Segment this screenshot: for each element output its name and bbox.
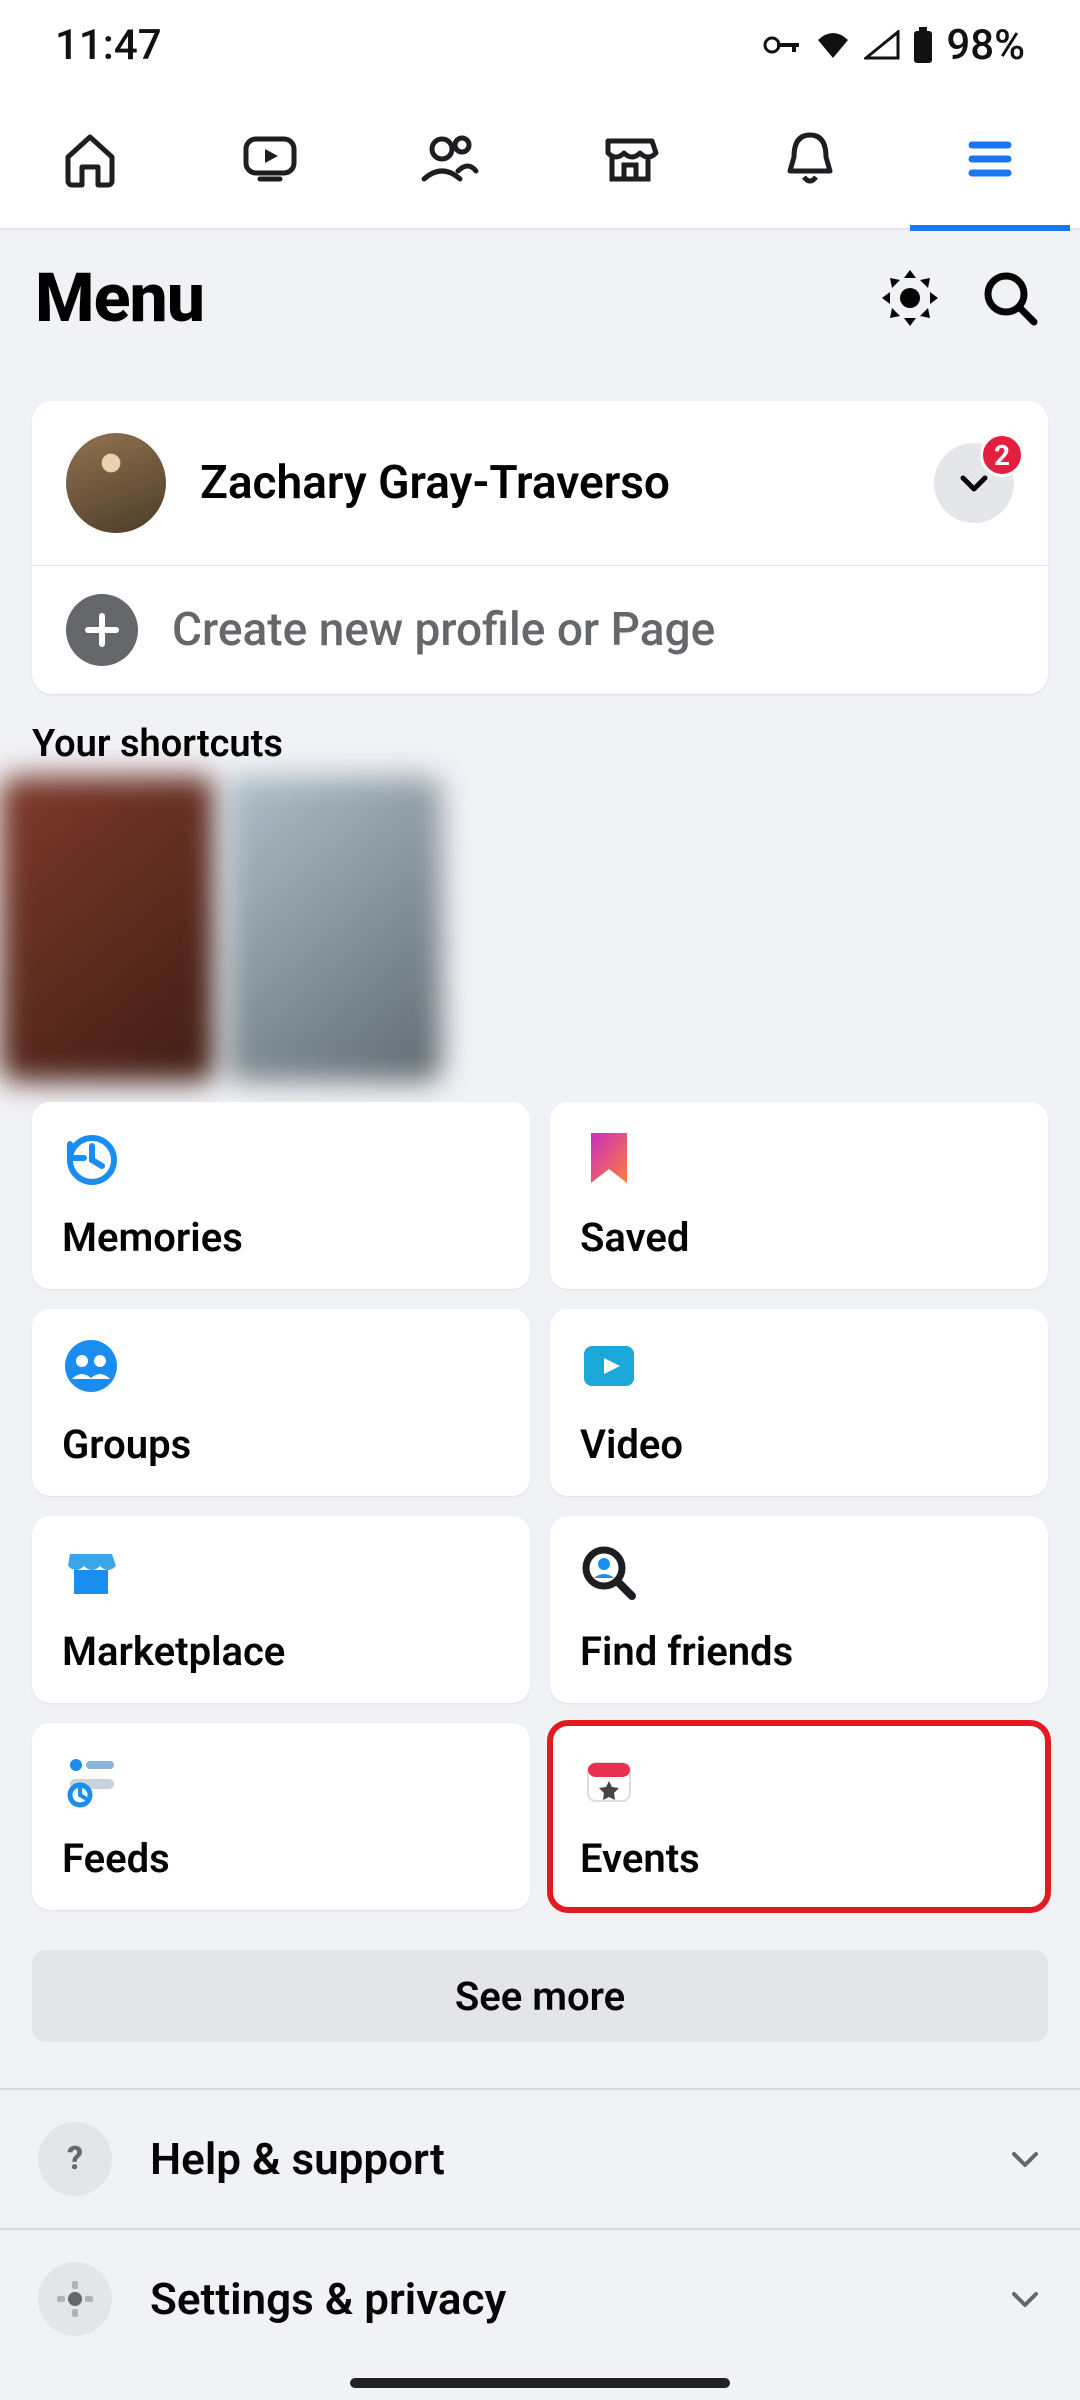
grid-label: Feeds [62,1835,500,1882]
grid-label: Events [580,1835,1018,1882]
battery-percent: 98% [946,21,1025,70]
grid-card-find-friends[interactable]: Find friends [550,1516,1048,1703]
wifi-icon [814,30,852,60]
groups-icon [62,1337,120,1395]
tab-marketplace[interactable] [585,114,675,204]
chevron-down-icon [1008,2142,1042,2176]
avatar [66,433,166,533]
marketplace-icon [598,127,662,191]
top-nav [0,90,1080,230]
grid-label: Saved [580,1214,1018,1261]
bell-icon [778,127,842,191]
profile-row[interactable]: Zachary Gray-Traverso 2 [32,401,1048,566]
grid-card-video[interactable]: Video [550,1309,1048,1496]
grid-card-events[interactable]: Events [550,1723,1048,1910]
shortcut-item[interactable] [226,776,442,1082]
chevron-down-icon [957,466,991,500]
search-button[interactable] [980,268,1040,328]
status-icons: 98% [762,21,1025,70]
profile-switcher[interactable]: 2 [934,443,1014,523]
hamburger-icon [962,131,1018,187]
shortcuts-row [0,776,1080,1082]
gear-icon [880,268,940,328]
grid-card-marketplace[interactable]: Marketplace [32,1516,530,1703]
create-profile-row[interactable]: Create new profile or Page [32,566,1048,694]
home-icon [58,127,122,191]
battery-icon [912,27,934,63]
marketplace-icon [62,1544,120,1602]
signal-icon [864,30,900,60]
settings-privacy-label: Settings & privacy [150,2273,970,2325]
help-icon: ? [38,2122,112,2196]
vpn-key-icon [762,33,802,57]
grid-card-memories[interactable]: Memories [32,1102,530,1289]
help-support-row[interactable]: ? Help & support [0,2088,1080,2228]
page-title: Menu [35,258,880,338]
profile-card: Zachary Gray-Traverso 2 Create new profi… [32,401,1048,694]
grid-label: Video [580,1421,1018,1468]
svg-text:?: ? [67,2139,83,2177]
home-indicator [350,2378,730,2388]
search-icon [980,268,1040,328]
grid-card-saved[interactable]: Saved [550,1102,1048,1289]
settings-button[interactable] [880,268,940,328]
status-time: 11:47 [55,21,162,70]
plus-icon [66,594,138,666]
video-icon [580,1337,638,1395]
menu-grid: Memories Saved Groups Video Marketplace … [32,1102,1048,1910]
grid-label: Memories [62,1214,500,1261]
grid-label: Find friends [580,1628,1018,1675]
friends-icon [418,127,482,191]
saved-icon [580,1130,638,1188]
tab-menu[interactable] [945,114,1035,204]
find-friends-icon [580,1544,638,1602]
notification-badge: 2 [980,433,1024,477]
shortcuts-heading: Your shortcuts [32,722,1048,766]
grid-label: Groups [62,1421,500,1468]
memories-icon [62,1130,120,1188]
tab-notifications[interactable] [765,114,855,204]
tab-friends[interactable] [405,114,495,204]
chevron-down-icon [1008,2282,1042,2316]
events-icon [580,1751,638,1809]
profile-name: Zachary Gray-Traverso [200,456,670,510]
tab-watch[interactable] [225,114,315,204]
tab-home[interactable] [45,114,135,204]
see-more-button[interactable]: See more [32,1950,1048,2042]
settings-privacy-row[interactable]: Settings & privacy [0,2228,1080,2368]
feeds-icon [62,1751,120,1809]
grid-card-groups[interactable]: Groups [32,1309,530,1496]
status-bar: 11:47 98% [0,0,1080,90]
grid-label: Marketplace [62,1628,500,1675]
help-support-label: Help & support [150,2133,970,2185]
watch-icon [238,127,302,191]
shortcut-item[interactable] [0,776,216,1082]
create-profile-label: Create new profile or Page [172,603,715,657]
settings-icon [38,2262,112,2336]
grid-card-feeds[interactable]: Feeds [32,1723,530,1910]
menu-header: Menu [0,230,1080,366]
